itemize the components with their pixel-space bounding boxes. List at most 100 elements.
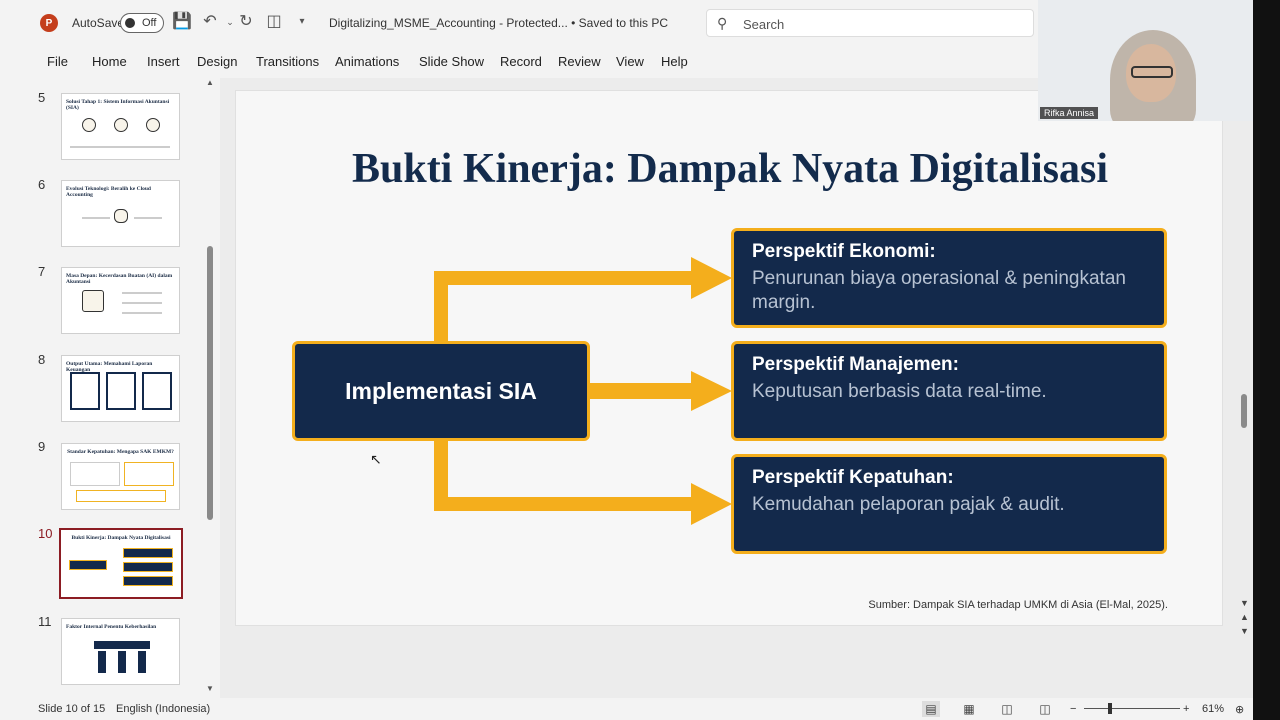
thumb-number: 6	[38, 177, 46, 192]
perspective-desc: Keputusan berbasis data real-time.	[752, 381, 1047, 402]
thumb-number-active: 10	[38, 526, 53, 541]
perspective-title: Perspektif Kepatuhan:	[752, 467, 954, 488]
thumb-shape	[123, 562, 173, 572]
language-indicator[interactable]: English (Indonesia)	[116, 703, 210, 715]
slide-counter: Slide 10 of 15	[38, 703, 106, 715]
reading-view-icon[interactable]: ◫	[998, 701, 1016, 717]
search-icon: ⚲	[717, 15, 728, 31]
slide-thumbnail[interactable]: Masa Depan: Kecerdasan Buatan (AI) dalam…	[61, 267, 180, 334]
tab-design[interactable]: Design	[197, 54, 237, 69]
autosave-toggle[interactable]: Off	[120, 13, 164, 33]
slide-thumbnail[interactable]: Standar Kepatuhan: Mengapa SAK EMKM?	[61, 443, 180, 510]
toggle-knob	[125, 18, 135, 28]
slide-thumbnail[interactable]: Output Utama: Memahami Laporan Keuangan	[61, 355, 180, 422]
tab-record[interactable]: Record	[500, 54, 542, 69]
perspective-title: Perspektif Manajemen:	[752, 354, 959, 375]
next-slide-icon[interactable]: ▼	[1240, 626, 1249, 636]
save-icon[interactable]: 💾	[172, 12, 192, 32]
thumb-shape	[142, 372, 172, 410]
status-bar: Slide 10 of 15 English (Indonesia) ▤ ▦ ◫…	[0, 698, 1253, 720]
customize-toolbar-icon[interactable]: ▾	[292, 12, 312, 32]
thumb-shape	[124, 462, 174, 486]
present-icon[interactable]: ◫	[264, 12, 284, 32]
perspective-title: Perspektif Ekonomi:	[752, 241, 936, 262]
zoom-slider-thumb[interactable]	[1108, 703, 1112, 714]
zoom-in-icon[interactable]: +	[1183, 703, 1189, 715]
search-input[interactable]	[743, 15, 1013, 33]
thumb-title: Solusi Tahap 1: Sistem Informasi Akuntan…	[66, 99, 170, 111]
ribbon-tabs: File Home Insert Design Transitions Anim…	[0, 46, 1040, 76]
scroll-up-icon[interactable]: ▲	[206, 78, 214, 87]
thumb-line	[122, 302, 162, 304]
perspective-desc: Penurunan biaya operasional & peningkata…	[752, 268, 1126, 313]
source-citation: Sumber: Dampak SIA terhadap UMKM di Asia…	[868, 599, 1168, 611]
normal-view-icon[interactable]: ▤	[922, 701, 940, 717]
slide-thumbnail-active[interactable]: Bukti Kinerja: Dampak Nyata Digitalisasi	[59, 528, 183, 599]
thumbnails-scrollbar[interactable]: ▲ ▼	[206, 78, 214, 693]
thumb-shape	[114, 118, 128, 132]
thumb-title: Bukti Kinerja: Dampak Nyata Digitalisasi	[71, 535, 171, 541]
thumb-line	[122, 312, 162, 314]
previous-slide-icon[interactable]: ▲	[1240, 612, 1249, 622]
tab-animations[interactable]: Animations	[335, 54, 399, 69]
zoom-slider[interactable]	[1084, 708, 1180, 709]
thumb-line	[82, 217, 110, 219]
thumb-title: Standar Kepatuhan: Mengapa SAK EMKM?	[67, 449, 174, 455]
thumb-line	[122, 292, 162, 294]
scrollbar-thumb[interactable]	[1241, 394, 1247, 428]
thumb-number: 5	[38, 90, 46, 105]
fit-slide-icon[interactable]: ⊕	[1235, 703, 1244, 716]
tab-review[interactable]: Review	[558, 54, 601, 69]
search-box[interactable]: ⚲	[706, 9, 1034, 37]
perspective-box-kepatuhan: Perspektif Kepatuhan: Kemudahan pelapora…	[731, 454, 1167, 554]
thumb-line	[134, 217, 162, 219]
perspective-box-ekonomi: Perspektif Ekonomi: Penurunan biaya oper…	[731, 228, 1167, 328]
video-overlay: Rifka Annisa	[1038, 0, 1253, 121]
perspective-desc: Kemudahan pelaporan pajak & audit.	[752, 494, 1065, 515]
tab-insert[interactable]: Insert	[147, 54, 180, 69]
tab-slide-show[interactable]: Slide Show	[419, 54, 484, 69]
glasses	[1131, 66, 1173, 78]
thumb-shape	[82, 290, 104, 312]
thumb-title: Masa Depan: Kecerdasan Buatan (AI) dalam…	[66, 273, 173, 285]
slideshow-icon[interactable]: ◫	[1036, 701, 1054, 717]
thumb-title: Faktor Internal Penentu Keberhasilan	[66, 624, 157, 630]
powerpoint-logo-icon: P	[40, 14, 58, 32]
slide-title: Bukti Kinerja: Dampak Nyata Digitalisasi	[351, 146, 1109, 192]
slide-thumbnail[interactable]: Faktor Internal Penentu Keberhasilan	[61, 618, 180, 685]
tab-home[interactable]: Home	[92, 54, 127, 69]
slide-thumbnail[interactable]: Evolusi Teknologi: Beralih ke Cloud Acco…	[61, 180, 180, 247]
autosave-label: AutoSave	[72, 16, 125, 30]
undo-icon[interactable]: ↶	[200, 12, 220, 32]
tab-help[interactable]: Help	[661, 54, 688, 69]
thumb-shape	[123, 576, 173, 586]
thumb-shape	[82, 118, 96, 132]
thumb-shape	[98, 651, 106, 673]
scrollbar-thumb[interactable]	[207, 246, 213, 520]
tab-transitions[interactable]: Transitions	[256, 54, 319, 69]
thumb-shape	[70, 462, 120, 486]
tab-file[interactable]: File	[47, 54, 68, 69]
scroll-down-icon[interactable]: ▼	[206, 684, 214, 693]
participant-name: Rifka Annisa	[1040, 107, 1099, 119]
slide-thumbnails-pane: 5 Solusi Tahap 1: Sistem Informasi Akunt…	[28, 78, 218, 698]
thumb-title: Evolusi Teknologi: Beralih ke Cloud Acco…	[66, 186, 151, 198]
tab-view[interactable]: View	[616, 54, 644, 69]
zoom-out-icon[interactable]: −	[1070, 703, 1076, 715]
canvas-scrollbar[interactable]: ▼ ▲ ▼	[1239, 78, 1251, 698]
thumb-shape	[123, 548, 173, 558]
thumb-number: 11	[38, 614, 52, 629]
thumb-number: 8	[38, 352, 46, 367]
scroll-down-icon[interactable]: ▼	[1240, 598, 1249, 608]
zoom-level[interactable]: 61%	[1202, 703, 1224, 715]
thumb-shape	[94, 641, 150, 649]
implementasi-sia-box: Implementasi SIA	[292, 341, 590, 441]
slide-sorter-icon[interactable]: ▦	[960, 701, 978, 717]
slide-thumbnail[interactable]: Solusi Tahap 1: Sistem Informasi Akuntan…	[61, 93, 180, 160]
document-title: Digitalizing_MSME_Accounting - Protected…	[329, 16, 669, 30]
thumb-number: 9	[38, 439, 46, 454]
thumb-shape	[69, 560, 107, 570]
autosave-state: Off	[142, 17, 157, 29]
current-slide[interactable]: Bukti Kinerja: Dampak Nyata Digitalisasi…	[235, 90, 1223, 626]
redo-icon[interactable]: ↻	[236, 12, 256, 32]
